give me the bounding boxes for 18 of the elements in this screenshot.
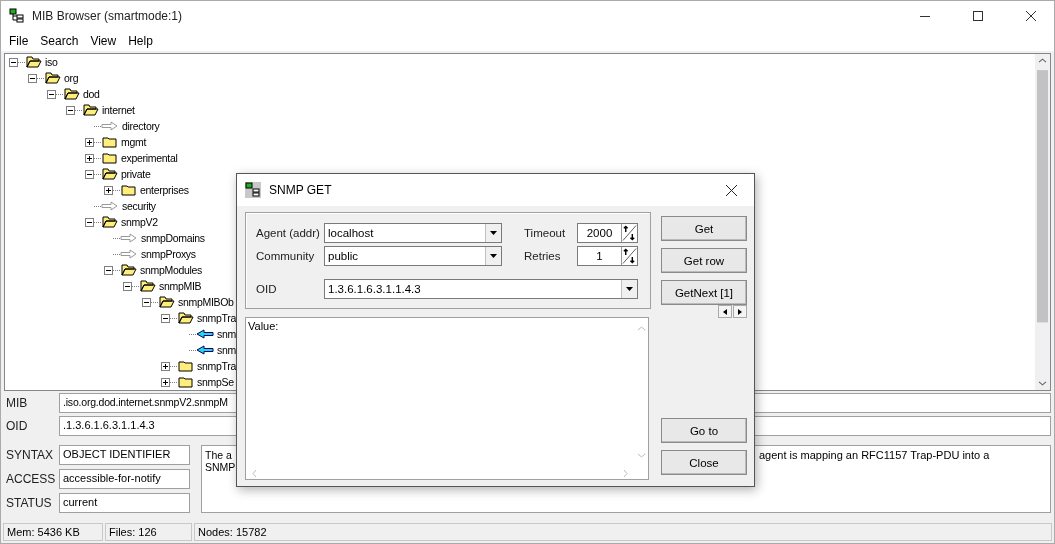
field-label: STATUS [6,496,53,510]
description-text: The a [205,449,232,461]
dialog-title: SNMP GET [269,183,333,197]
field-label: OID [6,419,29,433]
field-label: Community [256,250,316,262]
status-pane: Mem: 5436 KB [3,523,103,541]
field-label: OID [256,283,278,295]
field-label: Agent (addr) [256,227,321,239]
status-pane: Nodes: 15782 [194,523,1052,541]
status-pane: Files: 126 [105,523,192,541]
field-label: Timeout [523,227,567,239]
value-label: Value: [247,319,280,334]
description-text: agent is mapping an RFC1157 Trap-PDU into a [759,448,991,463]
field-label: Retries [523,250,562,262]
window-title: MIB Browser (smartmode:1) [32,9,184,23]
field-label: ACCESS [6,472,57,486]
field-label: MIB [6,396,29,410]
field-label: SYNTAX [6,448,55,462]
